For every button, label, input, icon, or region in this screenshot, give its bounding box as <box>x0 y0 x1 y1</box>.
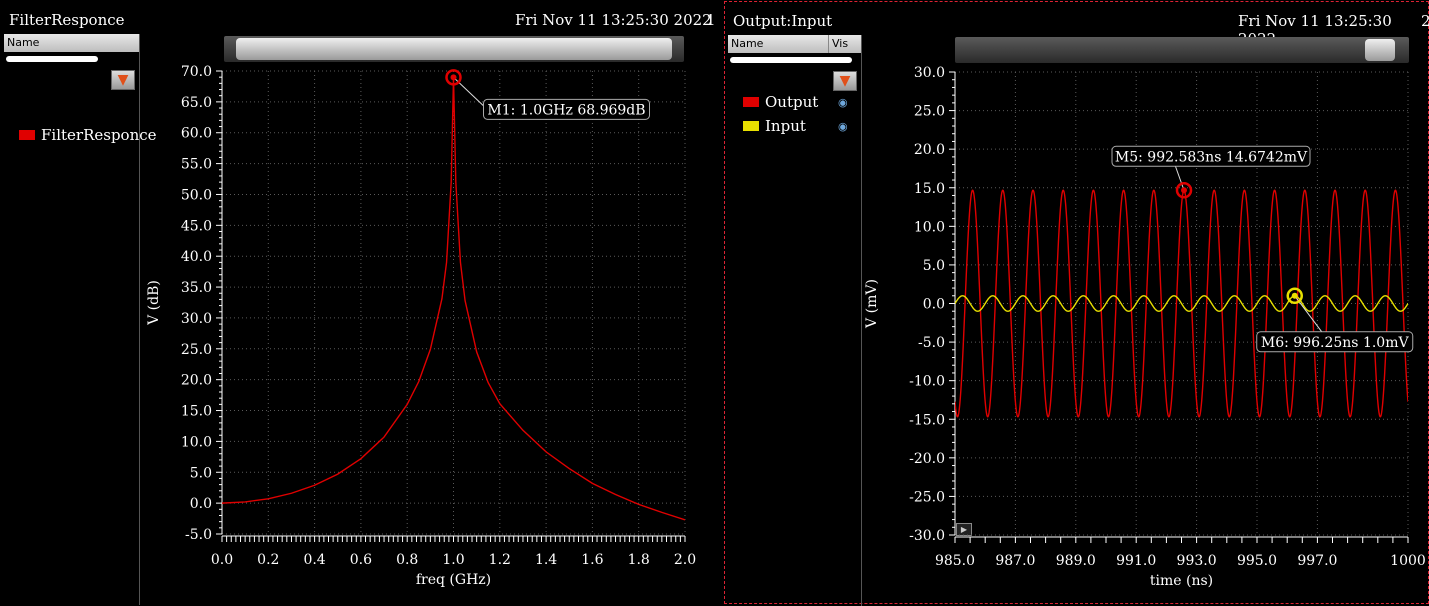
x-axis-label: freq (GHz) <box>416 572 491 588</box>
y-tick-label: 25.0 <box>914 104 945 120</box>
x-tick-label: 0.6 <box>350 552 372 568</box>
y-tick-label: 50.0 <box>181 187 212 203</box>
x-axis-label: time (ns) <box>1150 573 1213 589</box>
x-tick-label: 0.0 <box>211 552 233 568</box>
x-tick-label: 995.0 <box>1237 553 1277 569</box>
filter-response-chart: -5.0 0.0 5.0 10.0 15.0 20.0 25.0 30.0 35.0 40.0 45… <box>146 64 696 588</box>
output-input-chart: -30.0 -25.0 -20.0 -15.0 -10.0 -5.0 0.0 5.0 10.0 1… <box>864 65 1426 589</box>
x-tick-label: 0.2 <box>257 552 279 568</box>
x-tick-label: 1.0 <box>442 552 464 568</box>
marker-label: M1: 1.0GHz 68.969dB <box>487 102 645 118</box>
y-tick-label: -10.0 <box>909 374 945 390</box>
x-tick-label: 987.0 <box>995 553 1035 569</box>
y-tick-label: 10.0 <box>914 219 945 235</box>
right-graph-window: Output:Input Fri Nov 11 13:25:30 2022 2 … <box>724 1 1429 606</box>
y-tick-label: -25.0 <box>909 489 945 505</box>
y-tick-label: 20.0 <box>181 373 212 389</box>
x-tick-label: 989.0 <box>1056 553 1096 569</box>
y-tick-label: 25.0 <box>181 342 212 358</box>
x-tick-label: 1000 <box>1390 553 1426 569</box>
marker-label: M6: 996.25ns 1.0mV <box>1261 335 1410 351</box>
y-tick-label: 70.0 <box>181 64 212 80</box>
x-tick-label: 2.0 <box>674 552 696 568</box>
y-tick-label: -20.0 <box>909 451 945 467</box>
marker-dot <box>450 74 457 81</box>
x-tick-label: 1.2 <box>489 552 511 568</box>
marker-label: M5: 992.583ns 14.6742mV <box>1115 149 1308 165</box>
y-tick-label: 65.0 <box>181 95 212 111</box>
x-tick-label: 1.4 <box>535 552 557 568</box>
x-tick-label: 1.8 <box>628 552 650 568</box>
y-tick-label: -5.0 <box>185 527 212 543</box>
series-line-input <box>955 295 1408 312</box>
x-tick-label: 991.0 <box>1116 553 1156 569</box>
y-tick-label: -30.0 <box>909 528 945 544</box>
y-tick-label: 40.0 <box>181 249 212 265</box>
y-axis-label: V (mV) <box>864 279 880 329</box>
y-tick-label: 0.0 <box>190 496 212 512</box>
y-tick-label: 45.0 <box>181 218 212 234</box>
y-tick-label: 55.0 <box>181 157 212 173</box>
y-tick-label: 35.0 <box>181 280 212 296</box>
x-tick-label: 0.4 <box>303 552 325 568</box>
x-tick-label: 0.8 <box>396 552 418 568</box>
y-tick-label: 15.0 <box>181 404 212 420</box>
y-tick-label: 60.0 <box>181 126 212 142</box>
y-tick-label: 30.0 <box>914 65 945 81</box>
x-tick-label: 1.6 <box>581 552 603 568</box>
y-axis-label: V (dB) <box>146 280 162 326</box>
y-tick-label: 5.0 <box>190 465 212 481</box>
y-tick-label: -15.0 <box>909 412 945 428</box>
x-tick-label: 985.0 <box>935 553 975 569</box>
x-tick-label: 993.0 <box>1177 553 1217 569</box>
y-tick-label: 30.0 <box>181 311 212 327</box>
y-tick-label: 0.0 <box>923 297 945 313</box>
y-tick-label: 10.0 <box>181 434 212 450</box>
marker-dot <box>1181 187 1188 194</box>
x-tick-label: 997.0 <box>1297 553 1337 569</box>
y-tick-label: -5.0 <box>918 335 945 351</box>
y-tick-label: 5.0 <box>923 258 945 274</box>
y-tick-label: 15.0 <box>914 181 945 197</box>
left-graph-window: FilterResponce Fri Nov 11 13:25:30 2022 … <box>0 0 722 605</box>
marker-dot <box>1291 292 1298 299</box>
y-tick-label: 20.0 <box>914 142 945 158</box>
